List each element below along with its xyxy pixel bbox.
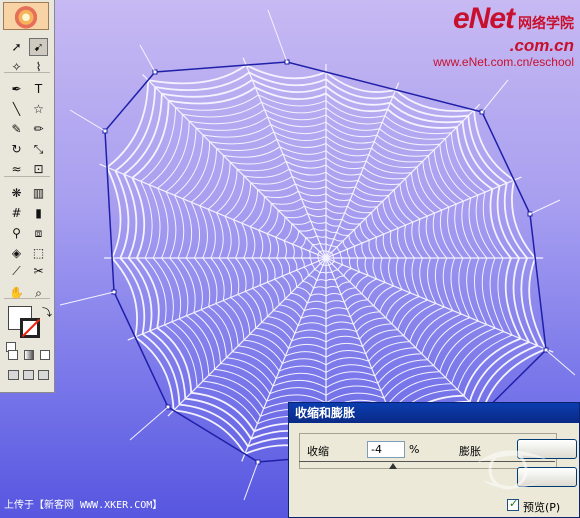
amount-slider-thumb[interactable] xyxy=(389,463,397,469)
magic-wand-tool[interactable]: ✧ xyxy=(7,58,26,76)
rotate-tool[interactable]: ↻ xyxy=(7,140,26,158)
enet-watermark: eNet 网络学院 .com.cn www.eNet.com.cn/eschool xyxy=(433,2,574,69)
live-paint-bucket-tool[interactable]: ◈ xyxy=(7,244,26,262)
dialog-title[interactable]: 收缩和膨胀 xyxy=(289,403,579,423)
enet-logo: eNet xyxy=(452,2,515,35)
normal-screen-mode-icon[interactable] xyxy=(8,370,19,380)
swap-colors-icon[interactable]: ⤵ xyxy=(42,304,52,319)
gradient-tool[interactable]: ▮ xyxy=(29,204,48,222)
web-anchor-thread xyxy=(545,349,576,376)
eyedropper-tool[interactable]: ⚲ xyxy=(7,224,26,242)
toolbox-separator xyxy=(4,298,50,299)
line-tool[interactable]: ╲ xyxy=(7,100,26,118)
direct-selection-tool[interactable]: ➹ xyxy=(29,38,48,56)
star-tool[interactable]: ☆ xyxy=(29,100,48,118)
gradient-mode-icon[interactable] xyxy=(24,350,34,360)
live-paint-selection-tool[interactable]: ⬚ xyxy=(29,244,48,262)
full-screen-menu-mode-icon[interactable] xyxy=(23,370,34,380)
web-anchor-thread xyxy=(69,109,106,132)
mesh-tool[interactable]: # xyxy=(7,204,26,222)
percent-label: % xyxy=(409,443,420,456)
pucker-label: 收缩 xyxy=(307,445,329,458)
symbol-sprayer-tool[interactable]: ❋ xyxy=(7,184,26,202)
preview-label: 预览(P) xyxy=(523,501,561,514)
web-anchor-thread xyxy=(267,9,288,63)
toolbox-separator xyxy=(4,176,50,177)
illustrator-logo-icon xyxy=(3,2,49,30)
web-anchor-thread xyxy=(139,44,156,73)
preview-checkbox[interactable] xyxy=(507,497,519,511)
enet-url: www.eNet.com.cn/eschool xyxy=(433,55,574,69)
column-graph-tool[interactable]: ▥ xyxy=(29,184,48,202)
blend-tool[interactable]: ⧈ xyxy=(29,224,48,242)
selection-tool[interactable]: ➚ xyxy=(7,38,26,56)
zoom-tool[interactable]: ⌕ xyxy=(29,284,48,302)
web-anchor-thread xyxy=(243,461,259,501)
enet-domain: .com.cn xyxy=(509,36,574,55)
lasso-tool[interactable]: ⌇ xyxy=(29,58,48,76)
pencil-tool[interactable]: ✏ xyxy=(29,120,48,138)
tools-panel: ➚ ➹ ✧ ⌇ ✒ T ╲ ☆ ✎ ✏ ↻ ⤡ ≈ ⊡ ❋ ▥ # ▮ ⚲ ⧈ ◈ ⬚ ⟋ ✂ ✋ ⌕ ⤵ xyxy=(0,0,55,393)
slice-tool[interactable]: ⟋ xyxy=(7,262,26,280)
web-anchor-thread xyxy=(529,199,561,215)
scissors-tool[interactable]: ✂ xyxy=(29,262,48,280)
scale-tool[interactable]: ⤡ xyxy=(29,140,48,158)
enet-school-text: 网络学院 xyxy=(518,16,574,32)
type-tool[interactable]: T xyxy=(29,80,48,98)
amount-input[interactable]: -4 xyxy=(367,441,405,458)
color-mode-icon[interactable] xyxy=(8,350,18,360)
paintbrush-tool[interactable]: ✎ xyxy=(7,120,26,138)
corner-watermark-icon xyxy=(478,450,550,490)
none-mode-icon[interactable] xyxy=(40,350,50,360)
web-anchor-thread xyxy=(129,406,169,441)
upload-caption: 上传于【新客网 WWW.XKER.COM】 xyxy=(4,500,163,511)
toolbox-separator xyxy=(4,72,50,73)
web-anchor-thread xyxy=(59,291,115,306)
pen-tool[interactable]: ✒ xyxy=(7,80,26,98)
full-screen-mode-icon[interactable] xyxy=(38,370,49,380)
stroke-color-swatch[interactable] xyxy=(20,318,40,338)
hand-tool[interactable]: ✋ xyxy=(7,284,26,302)
web-anchor-thread xyxy=(481,79,509,113)
